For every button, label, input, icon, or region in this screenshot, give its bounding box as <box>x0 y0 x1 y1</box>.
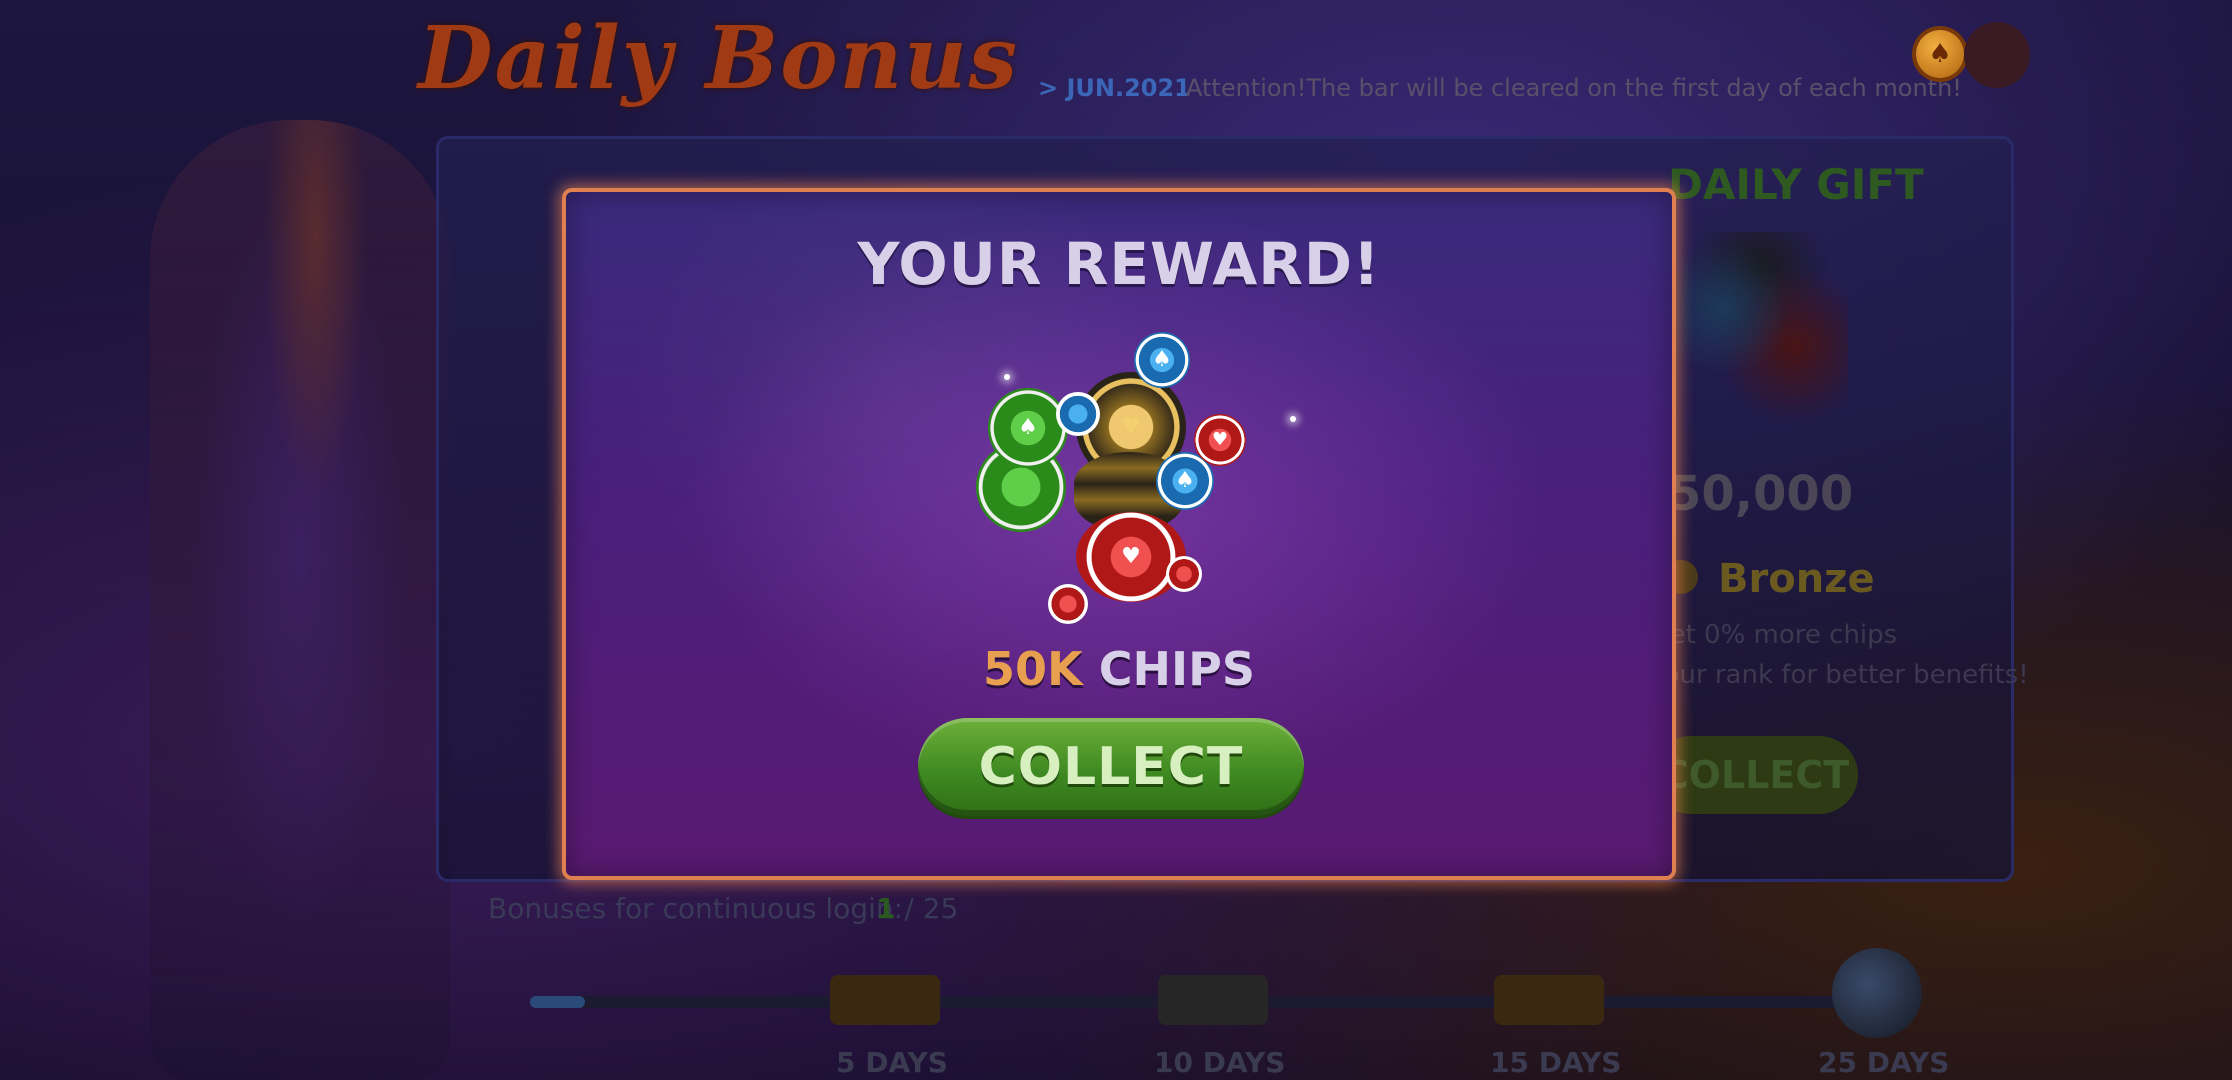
daily-bonus-title: Daily Bonus <box>418 8 1020 109</box>
milestone-15-chest-icon[interactable] <box>1494 975 1604 1025</box>
milestone-10-chest-icon[interactable] <box>1158 975 1268 1025</box>
reward-title: YOUR REWARD! <box>857 230 1381 298</box>
coin-icon[interactable]: ♠ <box>1916 30 1964 78</box>
milestone-label: 10 DAYS <box>1154 1046 1286 1079</box>
reward-amount: 50K <box>983 642 1083 696</box>
collect-button[interactable]: COLLECT <box>918 718 1304 816</box>
blue-chip-icon <box>1056 392 1100 436</box>
red-chip-icon <box>1166 556 1202 592</box>
reward-unit: CHIPS <box>1098 642 1255 696</box>
avatar[interactable] <box>1964 22 2030 88</box>
milestone-label: 15 DAYS <box>1490 1046 1622 1079</box>
hostess-illustration <box>150 120 450 1080</box>
milestone-label: 25 DAYS <box>1818 1046 1950 1079</box>
chips-stack-icon <box>1668 232 1848 422</box>
red-chip-icon <box>1048 584 1088 624</box>
rank-label: Bronze <box>1718 556 1875 602</box>
login-progress-fill <box>530 996 586 1008</box>
reward-modal: YOUR REWARD! ♠ ♥ ♠ ♠ ♥ ♥ 50K CHIPS COLLE… <box>562 188 1676 880</box>
red-chip-icon: ♥ <box>1076 512 1186 602</box>
milestone-5-chest-icon[interactable] <box>830 975 940 1025</box>
notice-text: Attention!The bar will be cleared on the… <box>1186 74 1962 102</box>
login-counter: 1 / 25 <box>876 892 958 925</box>
green-chip-icon: ♠ <box>988 388 1068 468</box>
milestone-25-orb-icon[interactable] <box>1832 948 1922 1038</box>
red-chip-icon: ♥ <box>1194 414 1246 466</box>
login-total: / 25 <box>904 892 959 925</box>
blue-chip-icon: ♠ <box>1134 332 1190 388</box>
chips-pile-icon: ♠ ♥ ♠ ♠ ♥ ♥ <box>976 332 1266 642</box>
reward-text: 50K CHIPS <box>566 642 1672 696</box>
daily-gift-amount: 50,000 <box>1668 466 1854 522</box>
milestone-label: 5 DAYS <box>836 1046 948 1079</box>
month-label: > JUN.2021 <box>1038 74 1191 102</box>
continuous-login-label: Bonuses for continuous login: <box>488 892 904 925</box>
login-current: 1 <box>876 892 896 925</box>
daily-gift-collect-button[interactable]: COLLECT <box>1652 736 1858 814</box>
sparkle-icon <box>1290 416 1296 422</box>
daily-gift-title: DAILY GIFT <box>1668 160 1924 209</box>
